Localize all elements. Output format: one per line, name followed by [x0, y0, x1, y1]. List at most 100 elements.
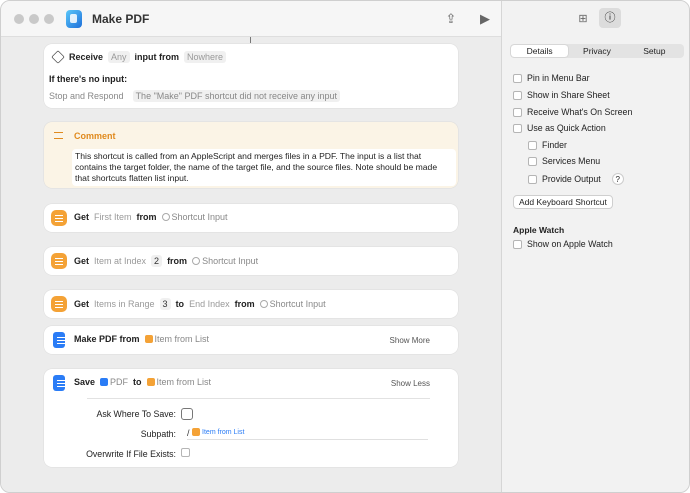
option-quick-action[interactable]: Use as Quick Action: [513, 123, 606, 133]
info-icon[interactable]: ⓘ: [599, 8, 621, 28]
save-label: Save: [74, 377, 96, 387]
option-label: Finder: [542, 140, 567, 150]
zoom-window-button[interactable]: [44, 14, 54, 24]
checkbox[interactable]: [513, 239, 522, 249]
add-keyboard-shortcut-button[interactable]: Add Keyboard Shortcut: [513, 195, 613, 209]
index-token[interactable]: 2: [151, 255, 163, 267]
no-input-action[interactable]: Stop and Respond: [49, 91, 124, 101]
shortcut-input-variable[interactable]: Shortcut Input: [192, 256, 258, 266]
ask-where-toggle[interactable]: [181, 408, 193, 420]
variable-label: PDF: [110, 377, 129, 387]
gear-icon: [259, 300, 268, 308]
range-end-token[interactable]: End Index: [189, 299, 230, 309]
option-label: Show on Apple Watch: [527, 239, 613, 249]
checkbox[interactable]: [513, 73, 522, 83]
get-label: Get: [74, 299, 90, 309]
receive-label: Receive: [69, 52, 104, 62]
add-action-icon[interactable]: ⊞: [574, 10, 592, 28]
list-variable-icon: [192, 428, 201, 436]
subpath-prefix: /: [187, 428, 190, 438]
share-icon[interactable]: ⇪: [442, 10, 460, 28]
make-pdf-label: Make PDF from: [74, 334, 140, 344]
variable-label: Shortcut Input: [269, 299, 326, 309]
item-from-list-variable[interactable]: Item from List: [192, 428, 244, 436]
list-icon: [51, 253, 67, 269]
checkbox[interactable]: [513, 123, 522, 133]
get-label: Get: [74, 256, 90, 266]
no-input-message[interactable]: The "Make" PDF shortcut did not receive …: [132, 90, 341, 102]
option-share-sheet[interactable]: Show in Share Sheet: [513, 90, 610, 100]
document-icon: [53, 332, 65, 348]
variable-label: Shortcut Input: [202, 256, 259, 266]
get-label: Get: [74, 212, 90, 222]
variable-label: Shortcut Input: [171, 212, 228, 222]
apple-watch-header: Apple Watch: [513, 225, 565, 235]
get-item-token[interactable]: First Item: [94, 212, 132, 222]
divider: [87, 398, 430, 399]
subpath-field[interactable]: / Item from List: [187, 428, 428, 440]
checkbox[interactable]: [528, 174, 537, 184]
input-source-token[interactable]: Nowhere: [184, 51, 227, 63]
list-icon: [51, 296, 67, 312]
shortcut-input-variable[interactable]: Shortcut Input: [161, 212, 228, 222]
app-window: Make PDF ⇪ ▶ Receive Any input from Nowh…: [0, 0, 690, 493]
tab-details[interactable]: Details: [511, 45, 569, 57]
to-label: to: [175, 299, 185, 309]
get-first-item-action[interactable]: Get First Item from Shortcut Input: [44, 204, 458, 232]
option-pin-menu-bar[interactable]: Pin in Menu Bar: [513, 73, 590, 83]
close-window-button[interactable]: [14, 14, 24, 24]
option-label: Use as Quick Action: [527, 123, 606, 133]
item-from-list-variable[interactable]: Item from List: [144, 334, 210, 344]
show-less-button[interactable]: Show Less: [391, 379, 430, 388]
tab-privacy[interactable]: Privacy: [568, 45, 625, 57]
run-icon[interactable]: ▶: [476, 10, 494, 28]
save-file-action[interactable]: Save PDF to Item from List Show Less Ask…: [44, 369, 458, 467]
item-from-list-variable[interactable]: Item from List: [146, 377, 212, 387]
make-pdf-action[interactable]: Make PDF from Item from List Show More: [44, 326, 458, 354]
overwrite-checkbox[interactable]: [181, 448, 190, 457]
show-more-button[interactable]: Show More: [390, 336, 430, 345]
receive-action[interactable]: Receive Any input from Nowhere If there'…: [44, 44, 458, 108]
to-label: to: [133, 377, 142, 387]
get-item-at-index-action[interactable]: Get Item at Index 2 from Shortcut Input: [44, 247, 458, 275]
no-input-label: If there's no input:: [49, 74, 128, 84]
option-label: Show in Share Sheet: [527, 90, 610, 100]
pdf-variable[interactable]: PDF: [100, 377, 128, 387]
minimize-window-button[interactable]: [29, 14, 39, 24]
from-label: from: [136, 212, 157, 222]
window-title: Make PDF: [92, 12, 150, 26]
comment-action[interactable]: Comment This shortcut is called from an …: [44, 122, 458, 188]
input-from-label: input from: [134, 52, 180, 62]
list-variable-icon: [146, 378, 155, 386]
shortcut-input-variable[interactable]: Shortcut Input: [259, 299, 326, 309]
sidebar-tabs: Details Privacy Setup: [510, 44, 684, 58]
comment-text[interactable]: This shortcut is called from an AppleScr…: [72, 149, 456, 186]
get-item-token[interactable]: Item at Index: [94, 256, 146, 266]
from-label: from: [234, 299, 255, 309]
details-sidebar: ⊞ ⓘ Details Privacy Setup Pin in Menu Ba…: [501, 1, 689, 492]
option-apple-watch[interactable]: Show on Apple Watch: [513, 239, 613, 249]
tab-setup[interactable]: Setup: [626, 45, 683, 57]
range-start-token[interactable]: 3: [159, 298, 171, 310]
save-icon: [53, 375, 65, 391]
checkbox[interactable]: [513, 90, 522, 100]
cube-icon: [51, 50, 65, 64]
option-receive-screen[interactable]: Receive What's On Screen: [513, 107, 632, 117]
checkbox[interactable]: [528, 140, 537, 150]
variable-label: Item from List: [202, 428, 245, 436]
overwrite-label: Overwrite If File Exists:: [86, 449, 176, 459]
option-finder[interactable]: Finder: [528, 140, 567, 150]
variable-label: Item from List: [154, 334, 210, 344]
option-services-menu[interactable]: Services Menu: [528, 156, 600, 166]
variable-label: Item from List: [156, 377, 212, 387]
subpath-label: Subpath:: [140, 429, 176, 439]
option-label: Provide Output: [542, 174, 601, 184]
checkbox[interactable]: [513, 107, 522, 117]
get-items-in-range-action[interactable]: Get Items in Range 3 to End Index from S…: [44, 290, 458, 318]
get-item-token[interactable]: Items in Range: [94, 299, 155, 309]
checkbox[interactable]: [528, 156, 537, 166]
list-icon: [51, 210, 67, 226]
option-provide-output[interactable]: Provide Output ?: [528, 173, 624, 185]
help-button[interactable]: ?: [611, 173, 624, 185]
input-types-token[interactable]: Any: [108, 51, 130, 63]
